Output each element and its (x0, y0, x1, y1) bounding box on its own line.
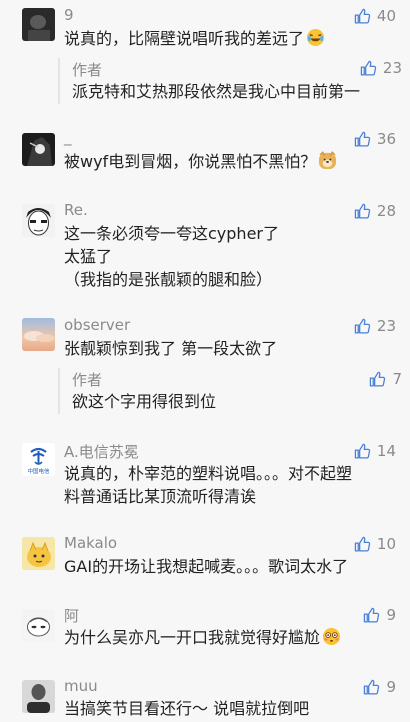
manga-face-avatar-icon (22, 204, 55, 237)
like-count: 28 (376, 202, 396, 220)
like-button[interactable]: 9 (363, 605, 396, 625)
avatar[interactable] (22, 204, 55, 237)
username[interactable]: observer (64, 316, 130, 334)
telecom-logo-caption: 中国电信 (27, 467, 50, 475)
comment-line: 这一条必须夸一夸这cypher了 (64, 224, 279, 243)
like-count: 36 (376, 130, 396, 148)
comment-line: 被wyf电到冒烟，你说黑怕不黑怕？ (64, 152, 317, 171)
avatar[interactable] (22, 680, 55, 713)
like-button[interactable]: 10 (354, 534, 396, 554)
like-button[interactable]: 28 (354, 201, 396, 221)
like-count: 10 (376, 535, 396, 553)
sunset-cloud-avatar-icon (22, 318, 55, 351)
username[interactable]: _ (64, 128, 72, 146)
like-button[interactable]: 40 (354, 6, 396, 26)
comment-line: 张靓颖惊到我了 第一段太欲了 (64, 339, 278, 358)
reply-author[interactable]: 作者 (72, 59, 102, 80)
comment-text: GAI的开场让我想起喊麦。。。歌词太水了 (64, 555, 364, 578)
like-count: 14 (376, 442, 396, 460)
username[interactable]: Makalo (64, 534, 117, 552)
like-button[interactable]: 23 (354, 316, 396, 336)
avatar[interactable]: 中国电信 (22, 443, 55, 476)
comment-line: （我指的是张靓颖的腿和脸） (64, 270, 273, 289)
comment-line: 为什么吴亦凡一开口我就觉得好尴尬 (64, 628, 321, 647)
comment-text: 这一条必须夸一夸这cypher了 太猛了 （我指的是张靓颖的腿和脸） (64, 222, 364, 291)
like-button[interactable]: 7 (369, 369, 402, 389)
avatar[interactable] (22, 537, 55, 570)
thumbs-up-icon (354, 8, 371, 24)
username[interactable]: 阿 (64, 605, 79, 626)
username[interactable]: A.电信苏冕 (64, 441, 139, 462)
thumbs-up-icon (364, 679, 380, 695)
username[interactable]: 9 (64, 6, 74, 24)
like-button[interactable]: 14 (354, 441, 396, 461)
comment-line: 料普通话比某顶流听得清诶 (64, 487, 257, 506)
avatar[interactable] (22, 609, 55, 642)
thumbs-up-icon (370, 371, 386, 387)
author-reply: 作者 7 欲这个字用得很到位 (58, 368, 402, 414)
thumbs-up-icon (354, 443, 371, 459)
thumbs-up-icon (354, 318, 371, 334)
comment-line: GAI的开场让我想起喊麦。。。歌词太水了 (64, 557, 349, 576)
china-telecom-logo-icon: 中国电信 (22, 443, 55, 476)
comment-text: 为什么吴亦凡一开口我就觉得好尴尬 (64, 626, 364, 649)
comment-line: 说真的，朴宰范的塑料说唱。。。对不起塑 (64, 464, 353, 483)
like-count: 9 (386, 606, 396, 624)
like-count: 23 (382, 59, 402, 77)
thumbs-up-icon (354, 536, 371, 552)
doge-emoji-icon (318, 151, 337, 170)
comment-line: 太猛了 (64, 247, 113, 266)
yellow-cartoon-avatar-icon (22, 537, 55, 570)
comment-text: 说真的，比隔壁说唱听我的差远了 (64, 27, 364, 50)
comment-text: 说真的，朴宰范的塑料说唱。。。对不起塑 料普通话比某顶流听得清诶 (64, 462, 364, 508)
avatar[interactable] (22, 133, 55, 166)
comment-line: 当搞笑节目看还行～ 说唱就拉倒吧 (64, 699, 310, 718)
bw-portrait-avatar-icon (22, 680, 55, 713)
reply-text: 欲这个字用得很到位 (72, 392, 217, 411)
thumbs-up-icon (354, 131, 371, 147)
like-button[interactable]: 36 (354, 129, 396, 149)
sketch-face-avatar-icon (22, 609, 55, 642)
reply-author[interactable]: 作者 (72, 369, 102, 390)
thumbs-up-icon (364, 607, 380, 623)
avatar[interactable] (22, 318, 55, 351)
like-button[interactable]: 23 (360, 58, 402, 78)
thumbs-up-icon (354, 203, 371, 219)
avatar[interactable] (22, 8, 55, 41)
comment-text: 当搞笑节目看还行～ 说唱就拉倒吧 (64, 697, 364, 720)
comment-text: 张靓颖惊到我了 第一段太欲了 (64, 337, 364, 360)
username[interactable]: muu (64, 677, 98, 695)
like-count: 9 (386, 678, 396, 696)
flushed-emoji-icon (322, 627, 341, 646)
like-button[interactable]: 9 (363, 677, 396, 697)
dark-photo-avatar-icon (22, 8, 55, 41)
reply-text: 派克特和艾热那段依然是我心中目前第一 (72, 82, 361, 101)
thumbs-up-icon (360, 60, 377, 76)
comment-line: 说真的，比隔壁说唱听我的差远了 (64, 29, 305, 48)
like-count: 40 (376, 7, 396, 25)
author-reply: 作者 23 派克特和艾热那段依然是我心中目前第一 (58, 58, 402, 104)
comment-text: 被wyf电到冒烟，你说黑怕不黑怕？ (64, 150, 364, 173)
username[interactable]: Re. (64, 201, 88, 219)
like-count: 7 (392, 370, 402, 388)
anime-dark-avatar-icon (22, 133, 55, 166)
like-count: 23 (376, 317, 396, 335)
laughing-crying-emoji-icon (306, 28, 325, 47)
